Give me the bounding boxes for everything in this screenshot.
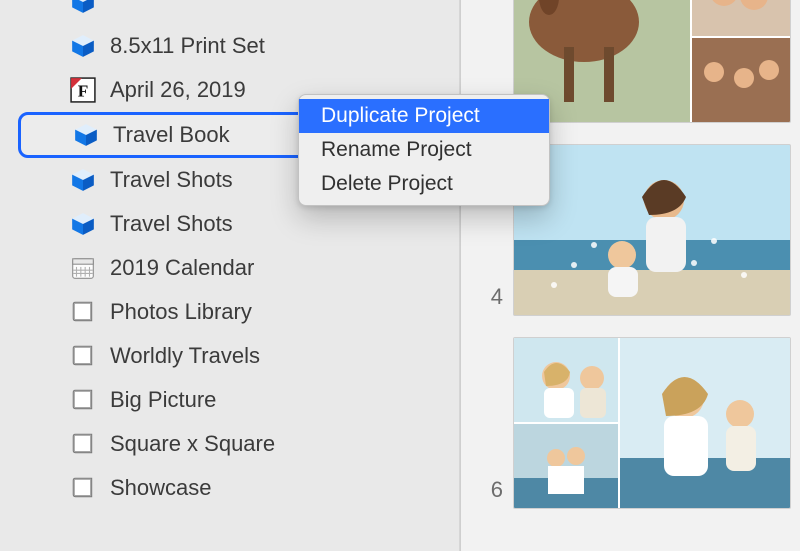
book-icon bbox=[70, 387, 96, 413]
calendar-icon bbox=[70, 255, 96, 281]
sidebar-item-label: Travel Shots bbox=[110, 167, 233, 193]
sidebar-item-photos-library[interactable]: Photos Library bbox=[0, 290, 459, 334]
sidebar-item-2019-calendar[interactable]: 2019 Calendar bbox=[0, 246, 459, 290]
projects-list: 8.5x11 Print Set F April 26, 2019 Travel… bbox=[0, 0, 459, 510]
cube-icon bbox=[73, 122, 99, 148]
svg-text:F: F bbox=[78, 82, 89, 101]
page-number: 4 bbox=[479, 284, 503, 310]
book-icon bbox=[70, 431, 96, 457]
menu-item-delete-project[interactable]: Delete Project bbox=[299, 167, 549, 201]
sidebar-item-label: 8.5x11 Print Set bbox=[110, 33, 265, 59]
app-window: 8.5x11 Print Set F April 26, 2019 Travel… bbox=[0, 0, 800, 551]
cube-icon bbox=[70, 33, 96, 59]
sidebar-item-label: April 26, 2019 bbox=[110, 77, 246, 103]
sidebar-item-label: Travel Shots bbox=[110, 211, 233, 237]
book-icon bbox=[70, 299, 96, 325]
sidebar-item-label: Square x Square bbox=[110, 431, 275, 457]
page-thumbnail[interactable] bbox=[513, 0, 791, 123]
project-context-menu: Duplicate Project Rename Project Delete … bbox=[298, 94, 550, 206]
pages-panel: 2 bbox=[460, 0, 800, 551]
menu-item-rename-project[interactable]: Rename Project bbox=[299, 133, 549, 167]
sidebar-item-big-picture[interactable]: Big Picture bbox=[0, 378, 459, 422]
menu-item-duplicate-project[interactable]: Duplicate Project bbox=[299, 99, 549, 133]
sidebar-item-travel-shots-2[interactable]: Travel Shots bbox=[0, 202, 459, 246]
sidebar-item-square-x-square[interactable]: Square x Square bbox=[0, 422, 459, 466]
menu-item-label: Rename Project bbox=[321, 138, 472, 162]
page-number: 6 bbox=[479, 477, 503, 503]
sidebar-item-partial[interactable] bbox=[0, 0, 459, 24]
sidebar-item-worldly-travels[interactable]: Worldly Travels bbox=[0, 334, 459, 378]
sidebar-item-label: Showcase bbox=[110, 475, 212, 501]
menu-item-label: Delete Project bbox=[321, 172, 453, 196]
sidebar-item-label: Travel Book bbox=[113, 122, 230, 148]
page-thumbnail[interactable] bbox=[513, 337, 791, 509]
page-thumbnails: 2 bbox=[461, 0, 800, 519]
sidebar-item-label: Worldly Travels bbox=[110, 343, 260, 369]
sidebar-item-label: Photos Library bbox=[110, 299, 252, 325]
cube-icon bbox=[70, 167, 96, 193]
cube-icon bbox=[70, 0, 96, 15]
book-icon bbox=[70, 343, 96, 369]
sidebar-item-showcase[interactable]: Showcase bbox=[0, 466, 459, 510]
letter-f-icon: F bbox=[70, 77, 96, 103]
cube-icon bbox=[70, 211, 96, 237]
projects-sidebar: 8.5x11 Print Set F April 26, 2019 Travel… bbox=[0, 0, 460, 551]
sidebar-item-label: 2019 Calendar bbox=[110, 255, 254, 281]
sidebar-item-label: Big Picture bbox=[110, 387, 216, 413]
page-thumb-row[interactable]: 6 bbox=[461, 326, 800, 519]
book-icon bbox=[70, 475, 96, 501]
page-thumbnail[interactable] bbox=[513, 144, 791, 316]
sidebar-item-print-set[interactable]: 8.5x11 Print Set bbox=[0, 24, 459, 68]
menu-item-label: Duplicate Project bbox=[321, 104, 480, 128]
